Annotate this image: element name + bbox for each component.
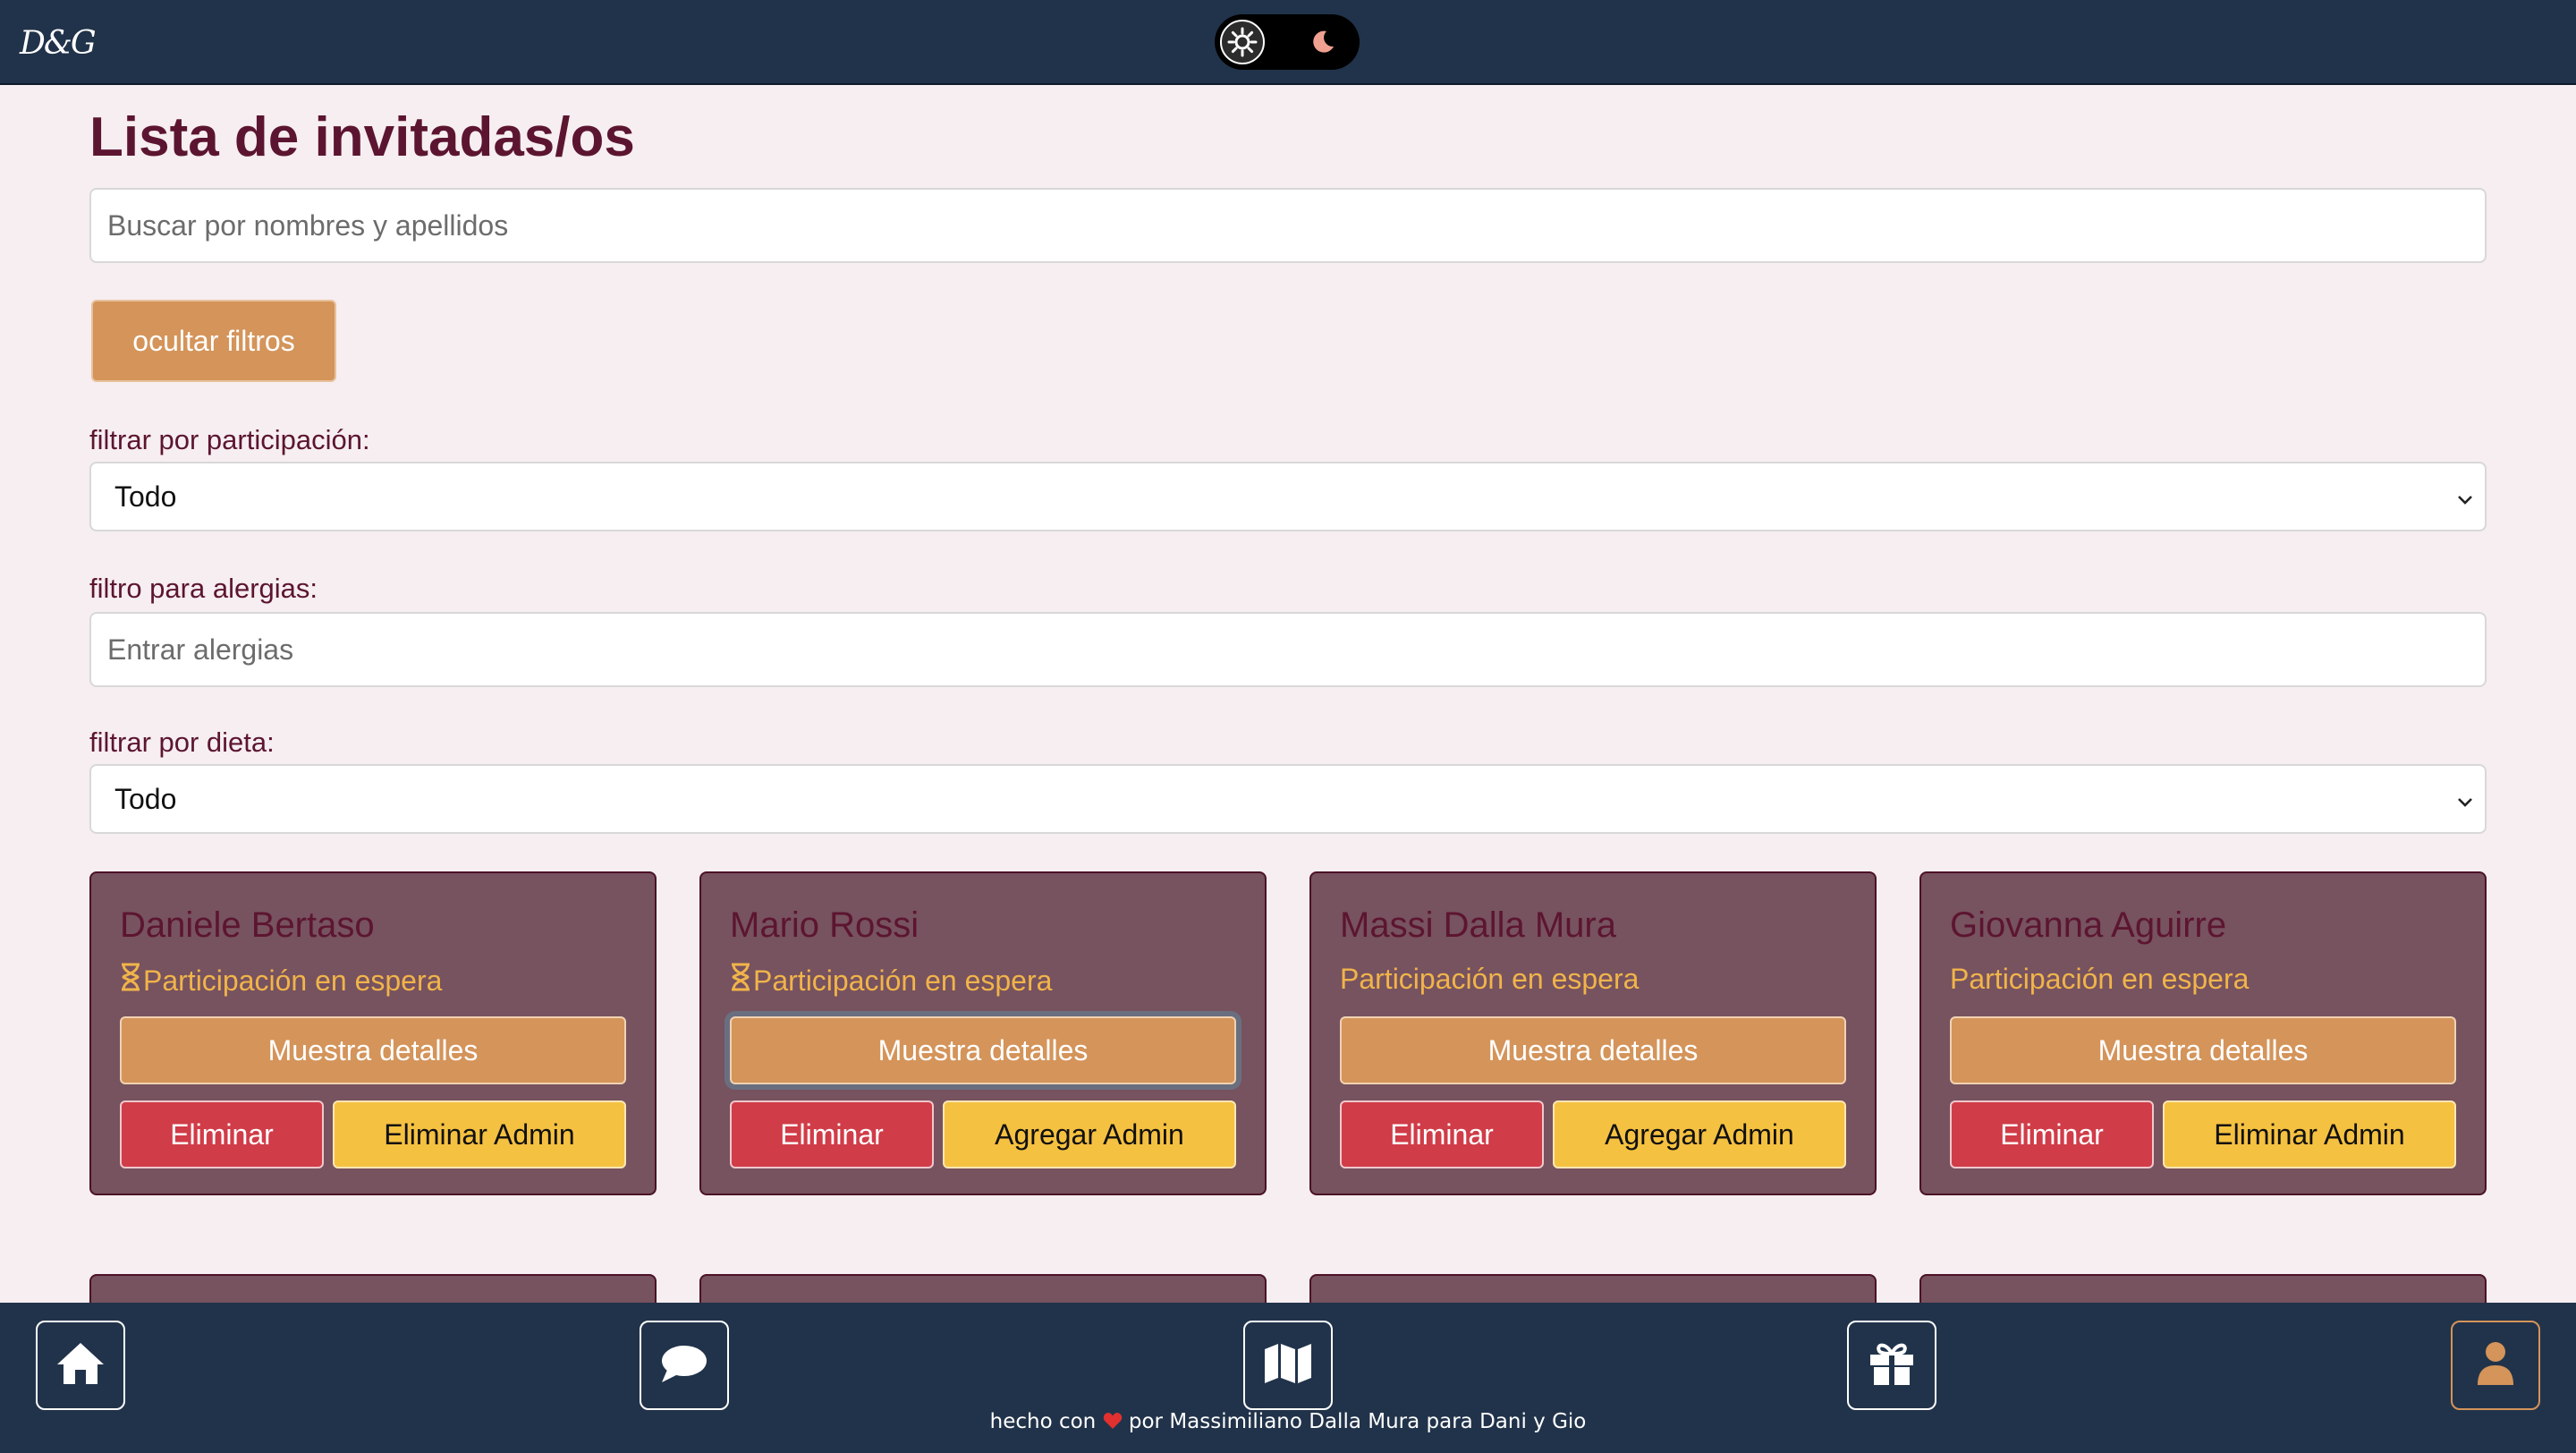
chat-button[interactable]	[640, 1321, 729, 1410]
theme-toggle[interactable]	[1215, 14, 1360, 70]
footer-suffix: por Massimiliano Dalla Mura para Dani y …	[1128, 1410, 1587, 1433]
participation-status: Participación en espera	[730, 963, 1052, 998]
show-details-button[interactable]: Muestra detalles	[1340, 1016, 1846, 1084]
profile-button[interactable]	[2451, 1321, 2540, 1410]
chevron-down-icon	[2454, 485, 2476, 518]
guest-name: Daniele Bertaso	[120, 905, 375, 945]
allergy-filter-label: filtro para alergias:	[89, 573, 318, 604]
delete-guest-button[interactable]: Eliminar	[120, 1100, 324, 1168]
home-button[interactable]	[36, 1321, 125, 1410]
heart-icon	[1103, 1410, 1129, 1433]
guest-name: Massi Dalla Mura	[1340, 905, 1616, 945]
participation-status: Participación en espera	[120, 963, 442, 998]
guest-card: Mario Rossi Participación en espera Mues…	[699, 871, 1267, 1195]
status-text: Participación en espera	[143, 964, 443, 997]
status-text: Participación en espera	[1340, 963, 1640, 995]
participation-status: Participación en espera	[1950, 963, 2249, 996]
add-admin-button[interactable]: Agregar Admin	[943, 1100, 1236, 1168]
status-text: Participación en espera	[1950, 963, 2250, 995]
chevron-down-icon	[2454, 787, 2476, 820]
guest-card: Daniele Bertaso Participación en espera …	[89, 871, 657, 1195]
delete-guest-button[interactable]: Eliminar	[1340, 1100, 1544, 1168]
bottom-navbar: hecho con por Massimiliano Dalla Mura pa…	[0, 1303, 2576, 1453]
diet-filter-select[interactable]: Todo	[89, 764, 2487, 834]
home-icon	[55, 1341, 106, 1390]
show-details-button[interactable]: Muestra detalles	[120, 1016, 626, 1084]
user-icon	[2476, 1340, 2515, 1391]
page-title: Lista de invitadas/os	[89, 106, 635, 168]
status-text: Participación en espera	[753, 964, 1053, 997]
chat-icon	[660, 1343, 708, 1389]
diet-filter-label: filtrar por dieta:	[89, 726, 275, 758]
map-icon	[1263, 1342, 1313, 1389]
participation-filter-select[interactable]: Todo	[89, 462, 2487, 531]
delete-guest-button[interactable]: Eliminar	[730, 1100, 934, 1168]
search-input[interactable]	[89, 188, 2487, 263]
show-details-button[interactable]: Muestra detalles	[730, 1016, 1236, 1084]
footer-credit: hecho con por Massimiliano Dalla Mura pa…	[0, 1410, 2576, 1433]
participation-status: Participación en espera	[1340, 963, 1639, 996]
app-logo[interactable]: D&G	[20, 25, 97, 62]
remove-admin-button[interactable]: Eliminar Admin	[2163, 1100, 2456, 1168]
hourglass-icon	[730, 963, 751, 998]
guest-name: Mario Rossi	[730, 905, 919, 945]
map-button[interactable]	[1243, 1321, 1333, 1410]
remove-admin-button[interactable]: Eliminar Admin	[333, 1100, 626, 1168]
participation-filter-value: Todo	[114, 480, 177, 513]
guest-card: Massi Dalla Mura Participación en espera…	[1309, 871, 1877, 1195]
hourglass-icon	[120, 963, 141, 998]
allergy-filter-input[interactable]	[89, 612, 2487, 687]
participation-filter-label: filtrar por participación:	[89, 424, 370, 455]
show-details-button[interactable]: Muestra detalles	[1950, 1016, 2456, 1084]
gift-icon	[1868, 1340, 1915, 1391]
guest-name: Giovanna Aguirre	[1950, 905, 2227, 945]
gift-button[interactable]	[1847, 1321, 1936, 1410]
add-admin-button[interactable]: Agregar Admin	[1553, 1100, 1846, 1168]
footer-prefix: hecho con	[989, 1410, 1097, 1433]
top-navbar: D&G	[0, 0, 2576, 85]
guest-card: Giovanna Aguirre Participación en espera…	[1919, 871, 2487, 1195]
hide-filters-button[interactable]: ocultar filtros	[91, 300, 336, 382]
diet-filter-value: Todo	[114, 782, 177, 815]
moon-icon	[1308, 27, 1338, 57]
delete-guest-button[interactable]: Eliminar	[1950, 1100, 2154, 1168]
sun-icon	[1220, 20, 1265, 64]
